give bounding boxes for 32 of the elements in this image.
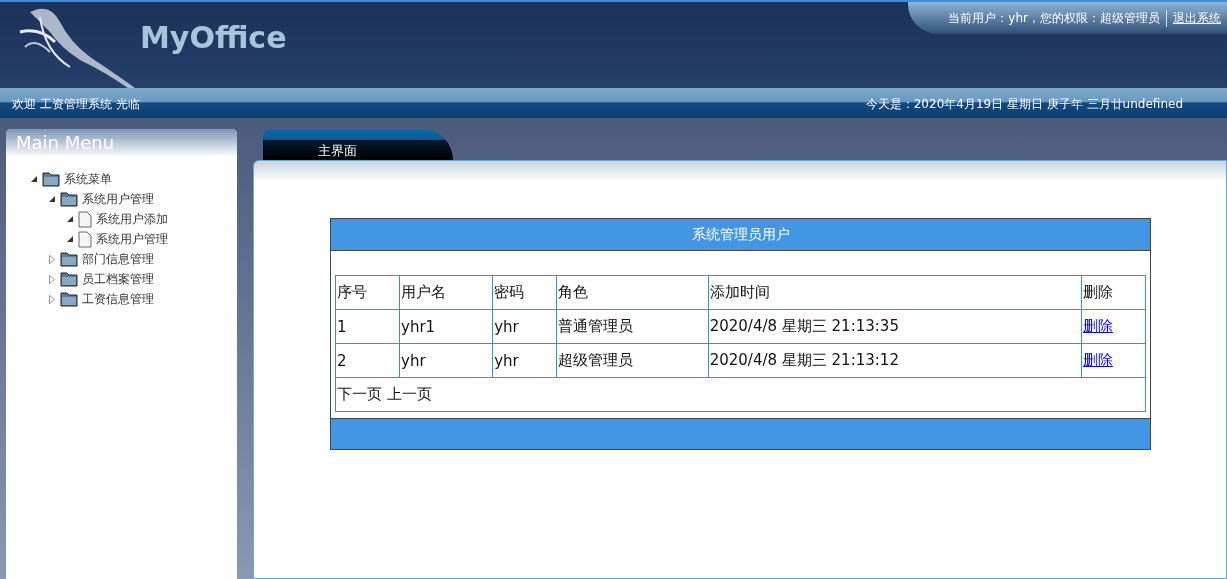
sidebar-title: Main Menu [6,129,237,157]
column-header: 序号 [335,275,400,310]
date-text: 今天是：2020年4月19日 星期日 庚子年 三月廿undefined [865,95,1183,113]
table-cell: 2020/4/8 星期三 21:13:12 [708,343,1082,378]
table-cell: 2020/4/8 星期三 21:13:35 [708,309,1082,344]
tree-item[interactable]: 系统用户管理 [82,190,154,208]
table-cell: yhr [492,343,557,378]
tree-item[interactable]: 员工档案管理 [82,270,154,288]
table-cell: 1 [335,309,400,344]
table-cell: yhr [399,343,493,378]
table-cell: yhr1 [399,309,493,344]
column-header: 添加时间 [708,275,1082,310]
tree-item[interactable]: 系统用户管理 [96,230,168,248]
tab[interactable]: 主界面 [263,129,453,160]
tree-item[interactable]: 系统用户添加 [96,210,168,228]
logo: MyOffice [140,20,287,57]
column-header: 用户名 [399,275,493,310]
column-header: 删除 [1081,275,1146,310]
tree-item[interactable]: 工资信息管理 [82,290,154,308]
column-header: 角色 [556,275,709,310]
table-title: 系统管理员用户 [331,219,1150,251]
logout-link[interactable]: 退出系统 [1166,9,1221,27]
table-cell: yhr [492,309,557,344]
tree-item[interactable]: 系统菜单 [64,170,112,188]
pager-links[interactable]: 下一页 上一页 [335,377,1146,412]
table-cell: 普通管理员 [556,309,709,344]
table-cell: 超级管理员 [556,343,709,378]
column-header: 密码 [492,275,557,310]
welcome-text: 欢迎 工资管理系统 光临 [12,95,140,113]
table-cell: 2 [335,343,400,378]
tree-item[interactable]: 部门信息管理 [82,250,154,268]
user-info: 当前用户：yhr，您的权限：超级管理员 [948,9,1160,27]
